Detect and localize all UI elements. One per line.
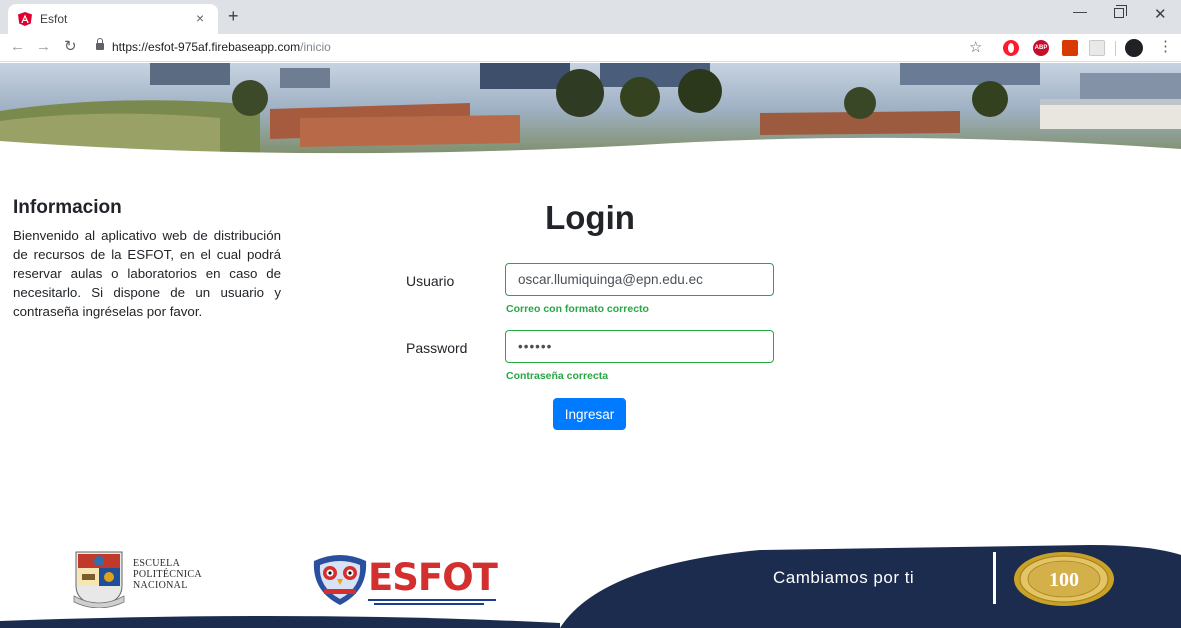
restore-window-icon[interactable] bbox=[1114, 5, 1127, 18]
profile-avatar[interactable] bbox=[1125, 39, 1143, 57]
esfot-wordmark: ESFOT bbox=[368, 556, 498, 599]
reload-icon[interactable]: ↻ bbox=[64, 39, 77, 55]
password-label: Password bbox=[406, 340, 468, 356]
url-host: https://esfot-975af.firebaseapp.com bbox=[112, 40, 301, 54]
back-arrow-icon[interactable]: ← bbox=[10, 39, 25, 55]
url-path: /inicio bbox=[300, 40, 331, 54]
esfot-owl-logo bbox=[313, 555, 367, 605]
username-label: Usuario bbox=[406, 273, 455, 289]
adblock-plus-icon[interactable]: ABP bbox=[1033, 40, 1049, 56]
lock-icon[interactable] bbox=[96, 38, 104, 50]
info-title: Informacion bbox=[13, 197, 122, 218]
password-valid-message: Contraseña correcta bbox=[506, 370, 609, 382]
username-input[interactable] bbox=[505, 263, 774, 296]
browser-toolbar: ← → ↻ https://esfot-975af.firebaseapp.co… bbox=[0, 34, 1181, 62]
epn-shield-logo bbox=[73, 551, 125, 608]
esfot-subtitle-graphic bbox=[368, 599, 496, 605]
ingresar-button[interactable]: Ingresar bbox=[553, 398, 626, 430]
footer-divider bbox=[993, 552, 996, 604]
tab-title: Esfot bbox=[40, 12, 68, 26]
browser-tabstrip: Esfot × + — ✕ bbox=[0, 0, 1181, 34]
opera-extension-icon[interactable] bbox=[1003, 40, 1019, 56]
info-text: Bienvenido al aplicativo web de distribu… bbox=[13, 228, 281, 319]
footer-slogan: Cambiamos por ti bbox=[773, 568, 915, 587]
browser-tab[interactable]: Esfot × bbox=[8, 4, 218, 34]
toolbar-divider bbox=[1115, 41, 1116, 56]
epn-line-2: POLITÉCNICA bbox=[133, 569, 202, 580]
address-bar[interactable]: https://esfot-975af.firebaseapp.com/inic… bbox=[112, 40, 331, 54]
minimize-window-icon[interactable]: — bbox=[1073, 3, 1087, 19]
forward-arrow-icon[interactable]: → bbox=[36, 39, 51, 55]
password-input[interactable] bbox=[505, 330, 774, 363]
close-window-icon[interactable]: ✕ bbox=[1154, 5, 1167, 23]
angular-favicon-icon bbox=[18, 12, 32, 26]
epn-line-3: NACIONAL bbox=[133, 580, 188, 591]
username-valid-message: Correo con formato correcto bbox=[506, 303, 649, 315]
star-icon[interactable]: ☆ bbox=[969, 38, 982, 56]
seal-number: 100 bbox=[1049, 569, 1079, 591]
epn-line-1: ESCUELA bbox=[133, 558, 181, 569]
close-tab-icon[interactable]: × bbox=[196, 10, 204, 26]
office-extension-icon[interactable] bbox=[1062, 40, 1078, 56]
epn-name: ESCUELA POLITÉCNICA NACIONAL bbox=[133, 558, 202, 591]
top-100-seal: 100 bbox=[1014, 552, 1114, 606]
acrobat-extension-icon[interactable] bbox=[1089, 40, 1105, 56]
login-title: Login bbox=[545, 199, 635, 236]
info-section: Informacion Bienvenido al aplicativo web… bbox=[13, 197, 281, 321]
menu-kebab-icon[interactable]: ⋮ bbox=[1158, 39, 1173, 55]
new-tab-icon[interactable]: + bbox=[228, 6, 239, 26]
campus-banner-image bbox=[0, 63, 1181, 155]
